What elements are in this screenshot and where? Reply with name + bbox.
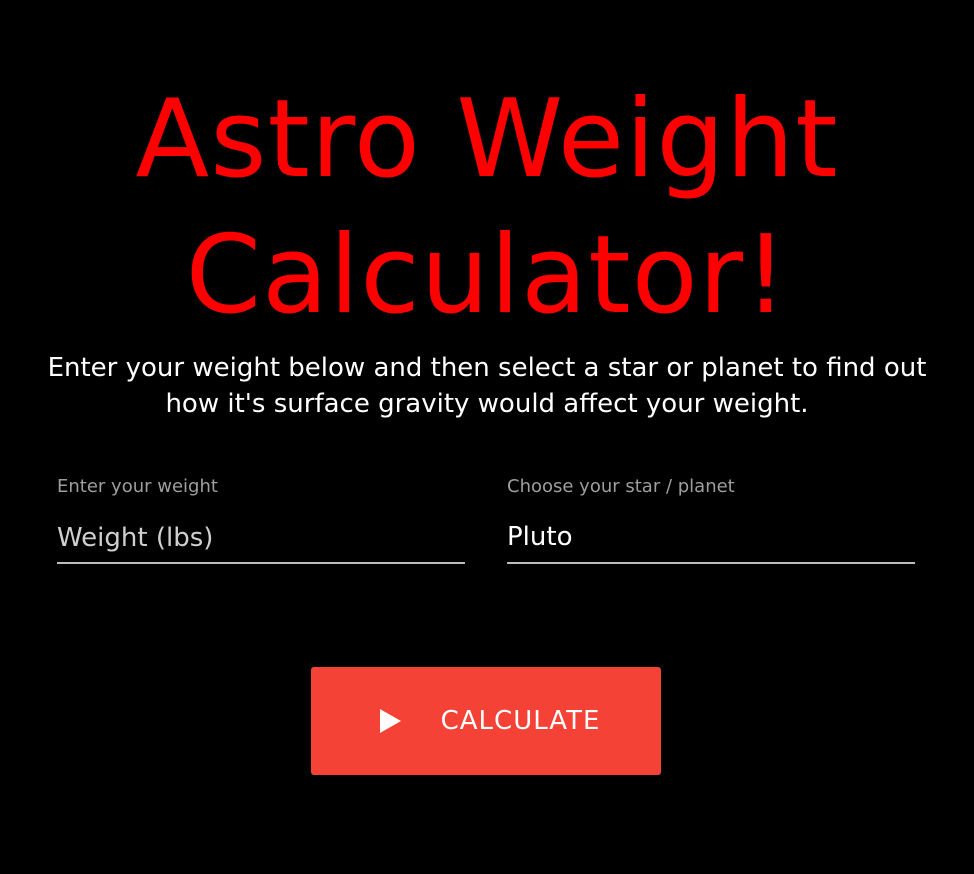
page-title-line-2: Calculator! — [185, 213, 789, 338]
instructions-text: Enter your weight below and then select … — [47, 353, 927, 419]
planet-select[interactable]: Pluto — [507, 522, 915, 564]
page-title-line-1: Astro Weight — [135, 77, 839, 202]
planet-field-label: Choose your star / planet — [507, 476, 735, 497]
page-title: Astro Weight Calculator! — [0, 72, 974, 344]
weight-field-group: Enter your weight — [57, 470, 465, 582]
weight-field-label: Enter your weight — [57, 476, 218, 497]
calculate-button-label: CALCULATE — [440, 706, 601, 736]
weight-input[interactable] — [57, 522, 465, 564]
planet-field-group: Choose your star / planet Pluto — [507, 470, 915, 582]
calculate-button[interactable]: CALCULATE — [311, 667, 661, 775]
play-icon — [379, 709, 401, 733]
